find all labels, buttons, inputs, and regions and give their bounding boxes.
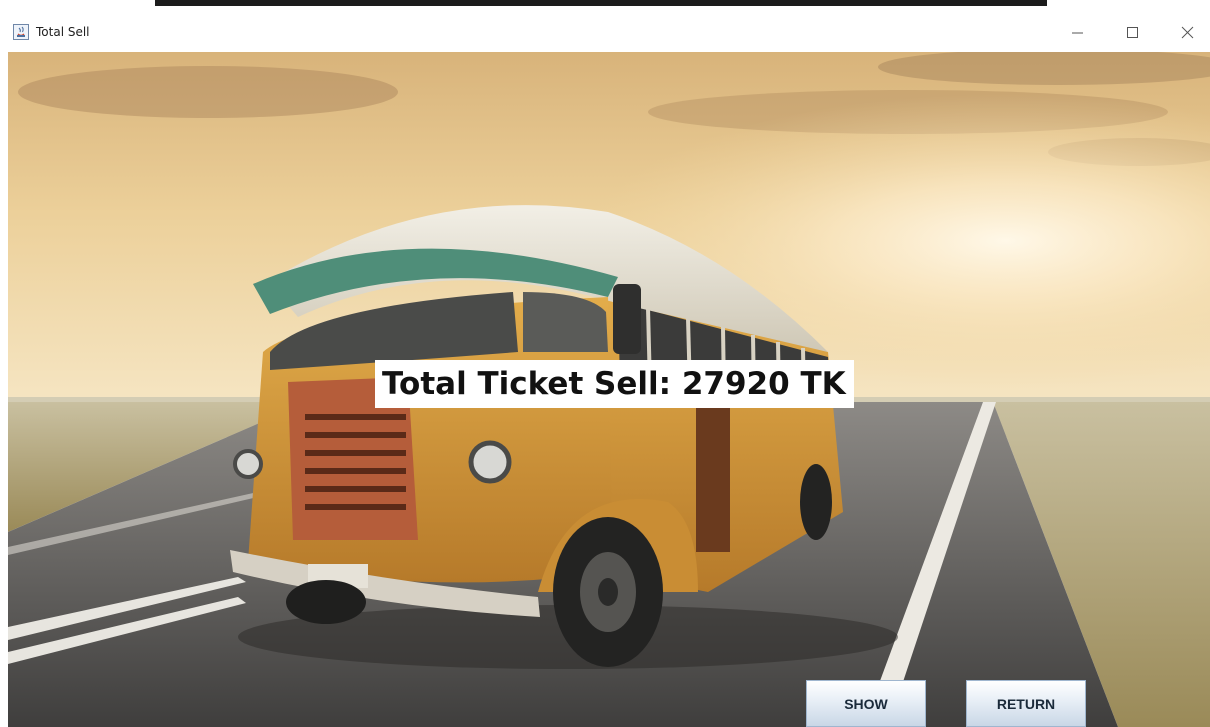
close-icon — [1181, 26, 1194, 39]
content-panel: Total Ticket Sell: 27920 TK SHOW RETURN — [8, 52, 1210, 727]
total-sell-window: Total Sell Total Ticket Sell: 27920 TK S… — [0, 0, 1210, 727]
maximize-button[interactable] — [1117, 20, 1147, 44]
background-window-edge — [155, 0, 1047, 14]
window-title: Total Sell — [36, 25, 90, 39]
total-ticket-sell-label: Total Ticket Sell: 27920 TK — [375, 360, 854, 408]
close-button[interactable] — [1172, 20, 1202, 44]
minimize-icon — [1072, 32, 1083, 34]
return-button[interactable]: RETURN — [966, 680, 1086, 727]
maximize-icon — [1127, 27, 1138, 38]
title-bar[interactable]: Total Sell — [0, 14, 1210, 52]
show-button[interactable]: SHOW — [806, 680, 926, 727]
java-app-icon — [13, 24, 29, 40]
minimize-button[interactable] — [1062, 20, 1092, 44]
